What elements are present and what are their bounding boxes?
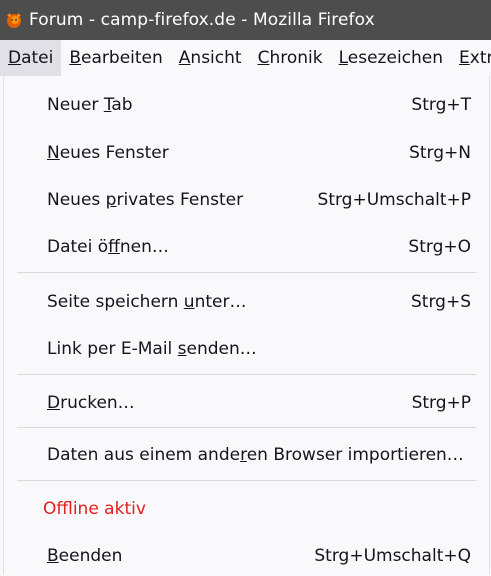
menu-separator — [17, 427, 476, 428]
menubar-chronik[interactable]: Chronik — [250, 40, 331, 76]
menu-item-label: Datei öffnen… — [47, 237, 169, 257]
menu-item-shortcut: Strg+S — [411, 292, 471, 312]
file-menu-dropdown: Neuer Tab Strg+T Neues Fenster Strg+N Ne… — [3, 76, 490, 574]
menu-item-label: Neues Fenster — [47, 143, 169, 163]
menu-item-new-window[interactable]: Neues Fenster Strg+N — [4, 133, 489, 173]
menu-item-import-browser-data[interactable]: Daten aus einem anderen Browser importie… — [4, 435, 489, 475]
menubar-datei[interactable]: Datei — [0, 40, 62, 76]
menu-item-shortcut: Strg+Umschalt+P — [317, 190, 471, 210]
menubar-label: Chronik — [257, 48, 323, 68]
menu-item-label: Seite speichern unter… — [47, 292, 247, 312]
menubar-bearbeiten[interactable]: Bearbeiten — [61, 40, 170, 76]
menu-item-offline[interactable]: Offline aktiv — [4, 489, 489, 529]
menu-item-shortcut: Strg+Umschalt+Q — [314, 546, 471, 566]
menu-item-print[interactable]: Drucken… Strg+P — [4, 383, 489, 423]
menu-item-label: Offline aktiv — [43, 499, 146, 519]
menu-item-label: Link per E-Mail senden… — [47, 339, 257, 359]
menubar-label: Extras — [459, 48, 491, 68]
menu-item-quit[interactable]: Beenden Strg+Umschalt+Q — [4, 536, 489, 576]
firefox-icon — [5, 11, 23, 29]
menubar-label: Bearbeiten — [69, 48, 163, 68]
menu-item-save-page-as[interactable]: Seite speichern unter… Strg+S — [4, 282, 489, 322]
menu-item-new-tab[interactable]: Neuer Tab Strg+T — [4, 85, 489, 125]
menu-separator — [17, 374, 476, 375]
menu-item-open-file[interactable]: Datei öffnen… Strg+O — [4, 227, 489, 267]
menu-item-shortcut: Strg+N — [409, 143, 471, 163]
menu-item-label: Neues privates Fenster — [47, 190, 244, 210]
menu-bar: Datei Bearbeiten Ansicht Chronik Lesezei… — [0, 40, 491, 76]
menu-item-label: Beenden — [47, 546, 123, 566]
window-title: Forum - camp-firefox.de - Mozilla Firefo… — [29, 10, 375, 30]
menubar-lesezeichen[interactable]: Lesezeichen — [331, 40, 451, 76]
menu-item-new-private-window[interactable]: Neues privates Fenster Strg+Umschalt+P — [4, 180, 489, 220]
menu-item-label: Daten aus einem anderen Browser importie… — [47, 445, 464, 465]
menu-item-shortcut: Strg+P — [411, 393, 471, 413]
menu-item-shortcut: Strg+T — [411, 95, 471, 115]
menubar-label: Ansicht — [178, 48, 242, 68]
menubar-extras[interactable]: Extras — [451, 40, 491, 76]
menu-separator — [17, 272, 476, 273]
menubar-label: Datei — [8, 48, 54, 68]
menu-separator — [17, 480, 476, 481]
menu-item-label: Drucken… — [47, 393, 135, 413]
menu-item-label: Neuer Tab — [47, 95, 133, 115]
title-bar: Forum - camp-firefox.de - Mozilla Firefo… — [0, 0, 491, 40]
menubar-ansicht[interactable]: Ansicht — [171, 40, 250, 76]
menu-item-shortcut: Strg+O — [408, 237, 471, 257]
menu-item-email-link[interactable]: Link per E-Mail senden… — [4, 329, 489, 369]
menubar-label: Lesezeichen — [338, 48, 444, 68]
